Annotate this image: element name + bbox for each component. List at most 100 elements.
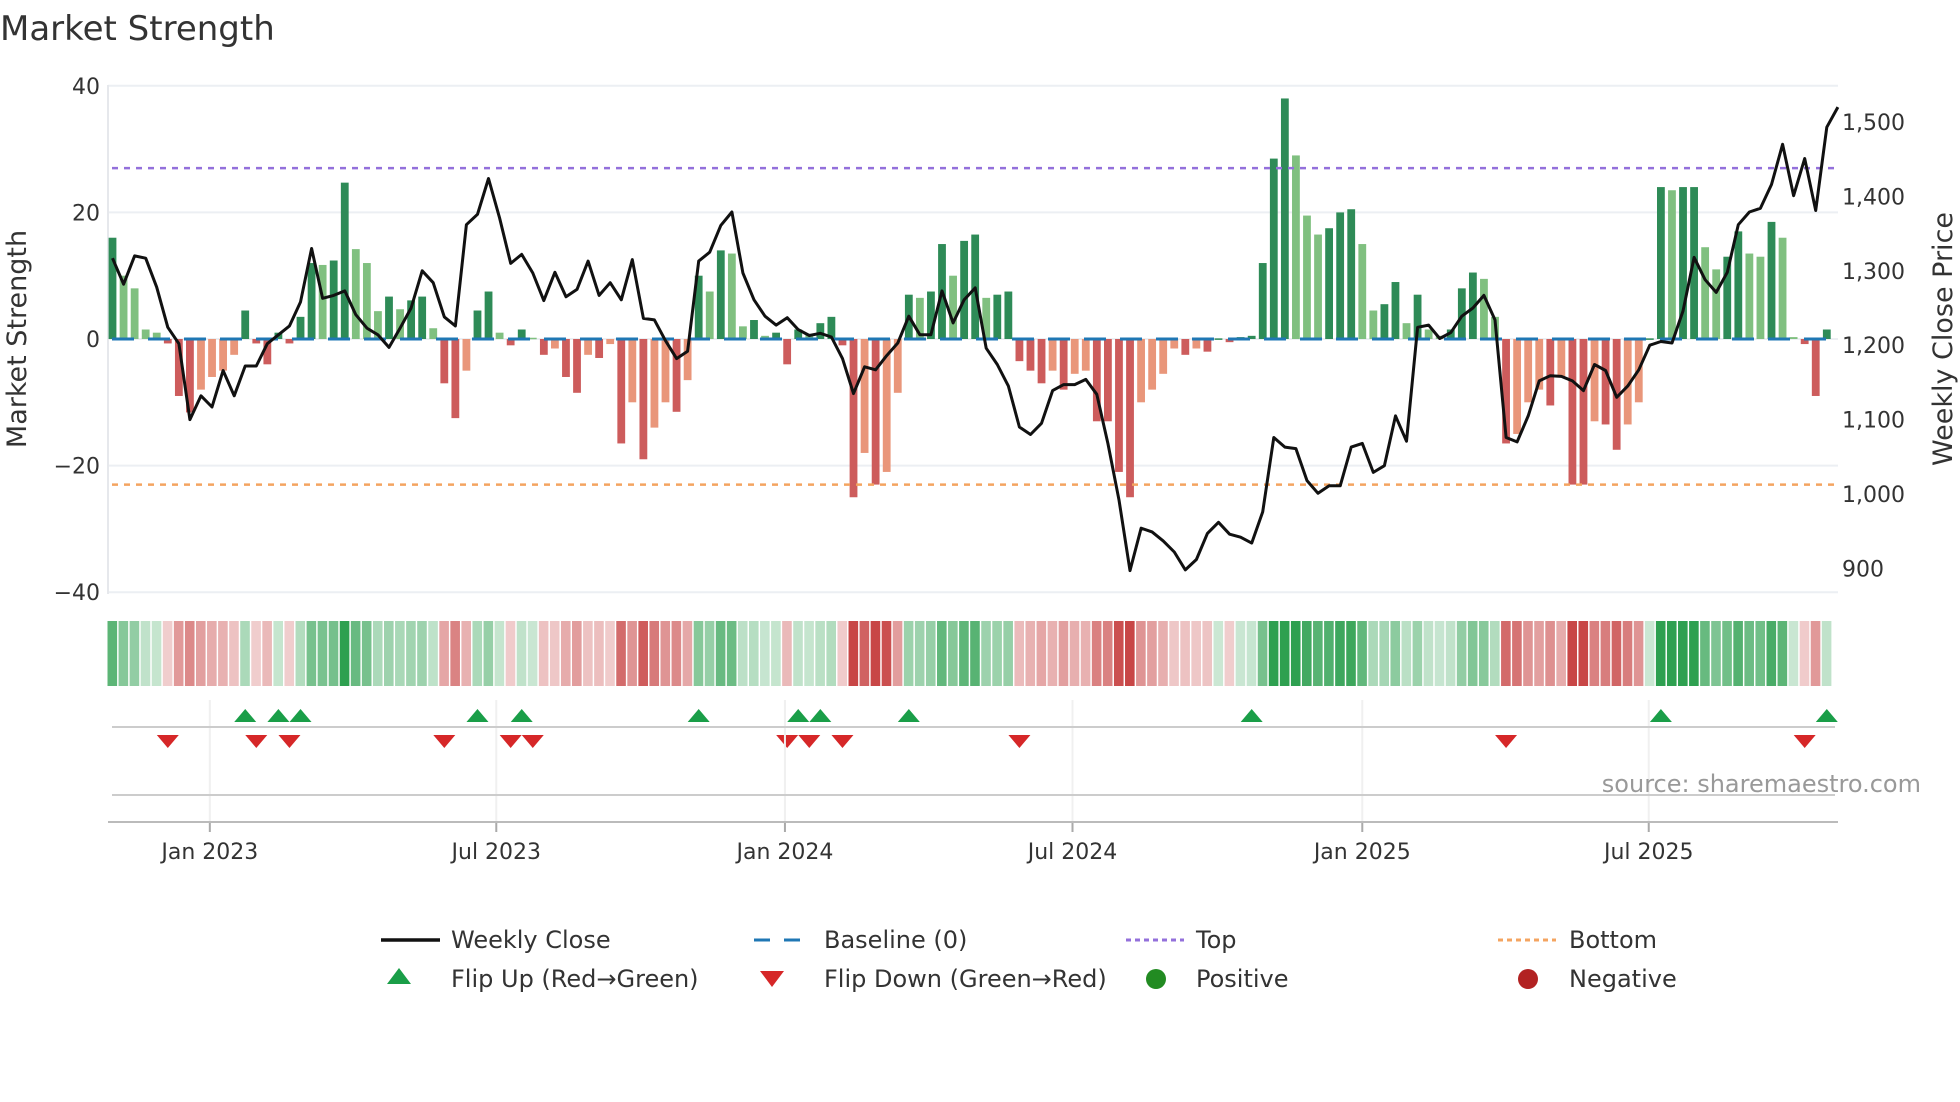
heatmap-cell xyxy=(1611,621,1622,686)
heatmap-cell xyxy=(229,621,239,686)
heatmap-cell xyxy=(1324,621,1334,686)
positive-bar xyxy=(130,288,139,339)
x-tick-label: Jan 2025 xyxy=(1312,840,1411,865)
legend-label: Negative xyxy=(1569,965,1677,993)
heatmap-cell xyxy=(1799,621,1810,686)
positive-bar xyxy=(418,296,427,339)
heatmap-cell xyxy=(207,621,217,686)
positive-bar xyxy=(816,323,825,339)
flip-down-marker xyxy=(776,735,799,748)
heatmap-cell xyxy=(1036,621,1047,686)
legend-item-baseline: Baseline (0) xyxy=(754,926,967,954)
legend-item-positive: Positive xyxy=(1146,965,1289,993)
heatmap-cell xyxy=(992,621,1002,686)
legend-label: Weekly Close xyxy=(451,926,611,954)
flip-markers xyxy=(156,709,1838,748)
flip-down-marker xyxy=(521,735,544,748)
negative-bar xyxy=(860,339,869,453)
triangle-up-icon xyxy=(387,968,411,984)
heatmap-cell xyxy=(671,621,682,686)
heatmap-cell xyxy=(461,621,472,686)
negative-bar xyxy=(871,339,880,485)
heatmap-cell xyxy=(605,621,615,686)
heatmap-cell xyxy=(1733,621,1743,686)
heatmap-cell xyxy=(284,621,295,686)
positive-bar xyxy=(1778,237,1787,339)
negative-bar xyxy=(1159,339,1168,374)
negative-bar xyxy=(617,339,626,444)
heatmap-cell xyxy=(627,621,637,686)
negative-bar xyxy=(539,339,548,355)
heatmap-cell xyxy=(1069,621,1080,686)
heatmap-cell xyxy=(527,621,538,686)
negative-bar xyxy=(639,339,648,460)
flip-down-marker xyxy=(831,735,854,748)
heatmap-cell xyxy=(948,621,958,686)
heatmap-cell xyxy=(1169,621,1179,686)
negative-bar xyxy=(1203,339,1212,352)
heatmap-cell xyxy=(384,621,394,686)
negative-bar xyxy=(562,339,570,377)
heatmap-cell xyxy=(881,621,892,686)
heatmap-cell xyxy=(450,621,460,686)
heatmap-cell xyxy=(1003,621,1013,686)
heatmap-cell xyxy=(1047,621,1058,686)
positive-bar xyxy=(993,294,1002,339)
positive-bar xyxy=(1645,338,1654,340)
flip-down-marker xyxy=(245,735,268,748)
heatmap-cell xyxy=(1578,621,1589,686)
heatmap-cell xyxy=(118,621,129,686)
legend: Weekly Close Baseline (0) Top Bottom Fli… xyxy=(381,926,1677,993)
negative-bar xyxy=(230,339,239,355)
positive-bar xyxy=(1369,310,1378,339)
heatmap-cell xyxy=(218,621,228,686)
positive-bar xyxy=(1745,253,1754,339)
heatmap-cell xyxy=(693,621,704,686)
positive-bar xyxy=(716,250,725,339)
flip-up-marker xyxy=(466,709,489,722)
heatmap-cell xyxy=(1788,621,1799,686)
positive-bar xyxy=(241,310,250,339)
heatmap-cell xyxy=(572,621,582,686)
positive-bar xyxy=(1347,209,1356,339)
heatmap-cell xyxy=(1722,621,1732,686)
heatmap-cell xyxy=(594,621,604,686)
heatmap-cell xyxy=(1357,621,1367,686)
y-right-tick-label: 1,500 xyxy=(1842,111,1905,136)
flip-down-marker xyxy=(433,735,456,748)
y-left-tick-label: 0 xyxy=(86,328,100,353)
negative-bar xyxy=(595,339,604,358)
heatmap-cell xyxy=(760,621,770,686)
heatmap-cell xyxy=(1058,621,1069,686)
heatmap-cell xyxy=(1080,621,1091,686)
positive-bar xyxy=(1292,155,1300,339)
heatmap-cell xyxy=(704,621,715,686)
heatmap-cell xyxy=(848,621,859,686)
heatmap-cell xyxy=(1700,621,1710,686)
heatmap-cell xyxy=(1512,621,1522,686)
negative-bar xyxy=(197,339,205,390)
negative-bar xyxy=(1126,339,1134,498)
legend-item-weekly-close: Weekly Close xyxy=(381,926,611,954)
heatmap-cell xyxy=(1777,621,1788,686)
heatmap-cell xyxy=(560,621,571,686)
positive-bar xyxy=(750,320,758,339)
heatmap-cell xyxy=(1655,621,1666,686)
legend-label: Top xyxy=(1195,926,1237,954)
positive-bar xyxy=(473,310,482,339)
heatmap-cell xyxy=(1235,621,1246,686)
heatmap-cell xyxy=(1821,621,1832,686)
heatmap-cell xyxy=(1279,621,1290,686)
negative-bar xyxy=(440,339,449,384)
positive-bar xyxy=(1734,231,1743,339)
flip-up-marker xyxy=(1649,709,1672,722)
heatmap-cell xyxy=(1534,621,1544,686)
heatmap-cell xyxy=(439,621,449,686)
positive-bar xyxy=(484,291,493,339)
heatmap-cell xyxy=(483,621,494,686)
heatmap-cell xyxy=(1346,621,1356,686)
positive-bar xyxy=(1402,323,1411,339)
y-right-tick-label: 1,100 xyxy=(1842,409,1905,434)
y-left-tick-label: 20 xyxy=(72,201,100,226)
negative-bar xyxy=(1026,339,1035,371)
